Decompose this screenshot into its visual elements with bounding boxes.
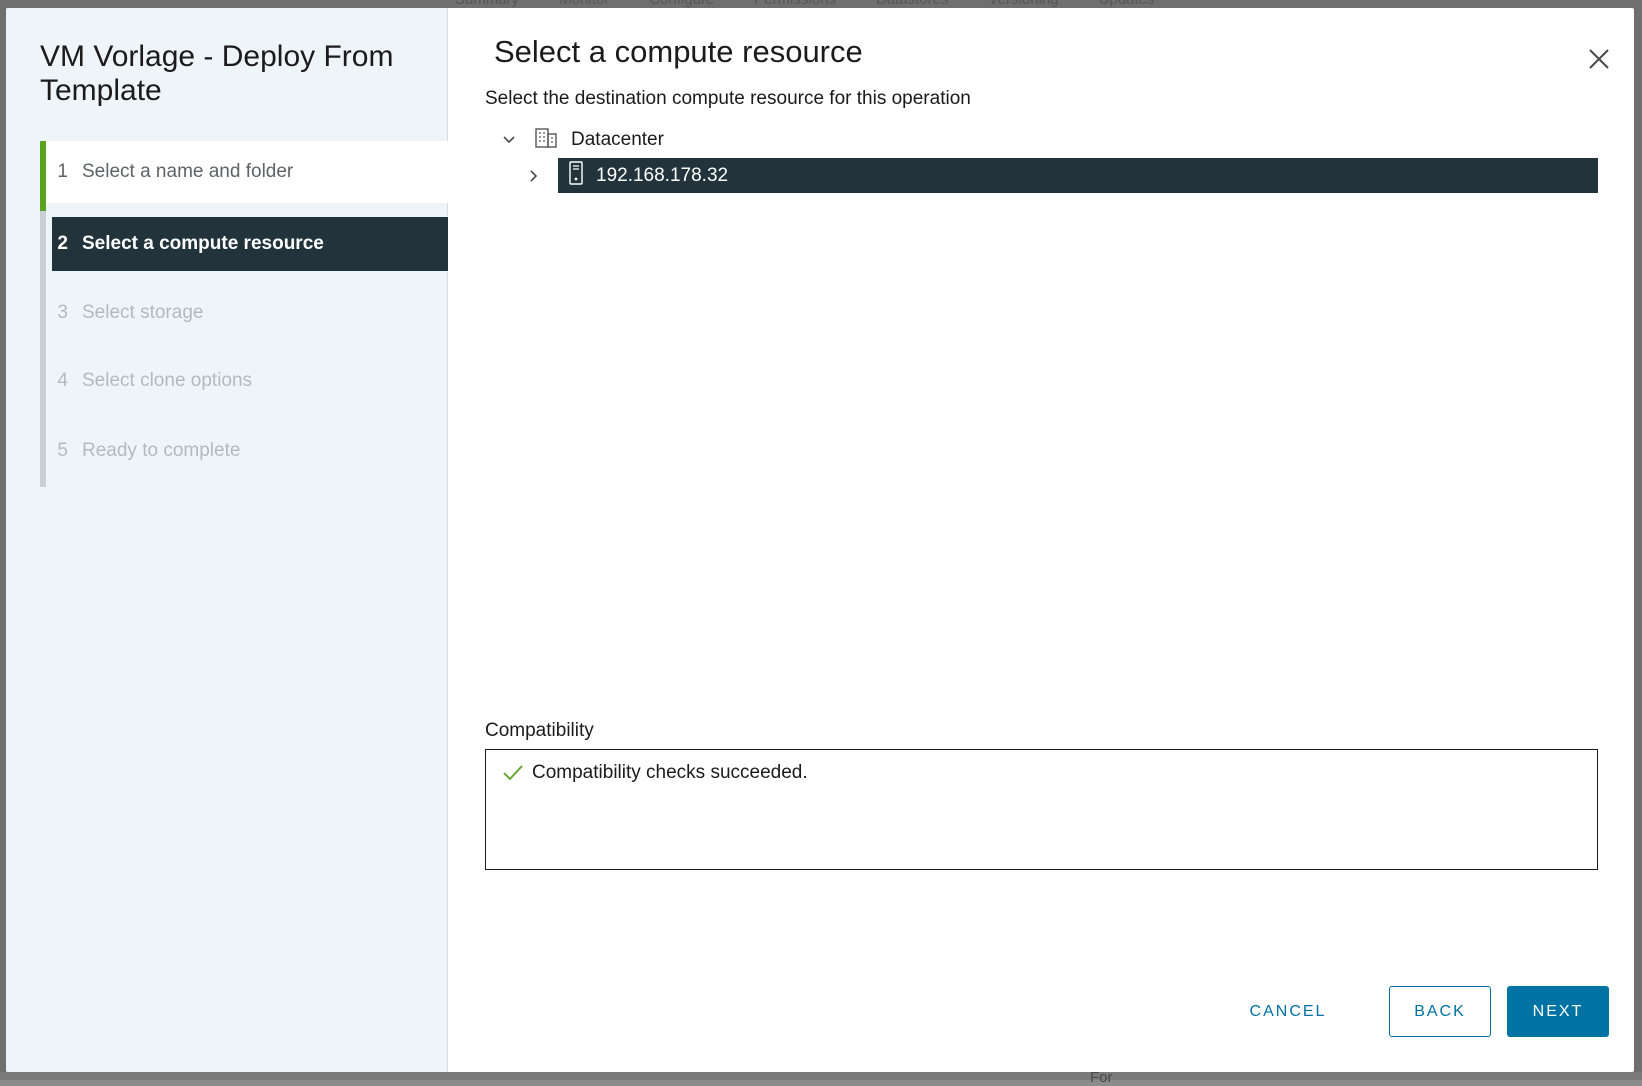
deploy-wizard-modal: VM Vorlage - Deploy From Template 1 Sele… — [6, 8, 1634, 1072]
step-label: Select storage — [82, 302, 203, 324]
compatibility-label: Compatibility — [485, 720, 594, 742]
tree-label-datacenter: Datacenter — [571, 129, 664, 151]
step-number: 5 — [46, 440, 82, 462]
chevron-right-icon[interactable] — [524, 166, 544, 186]
step-label: Ready to complete — [82, 440, 240, 462]
step-ready-to-complete: 5 Ready to complete — [46, 423, 448, 479]
cancel-button[interactable]: CANCEL — [1228, 986, 1348, 1037]
step-select-compute-resource[interactable]: 2 Select a compute resource — [52, 217, 448, 271]
background-tab: Versioning — [989, 0, 1059, 8]
wizard-sidebar: VM Vorlage - Deploy From Template 1 Sele… — [6, 8, 448, 1072]
background-tab: Summary — [455, 0, 519, 8]
page-title: Select a compute resource — [494, 34, 863, 70]
tree-node-host[interactable]: 192.168.178.32 — [558, 158, 1598, 193]
background-tab: Permissions — [754, 0, 836, 8]
checkmark-icon — [502, 764, 524, 782]
step-number: 2 — [52, 233, 82, 255]
compatibility-message: Compatibility checks succeeded. — [502, 762, 808, 784]
tree-node-datacenter[interactable]: Datacenter — [485, 122, 1598, 158]
tree-label-host: 192.168.178.32 — [596, 165, 728, 187]
step-label: Select a name and folder — [82, 161, 293, 183]
step-number: 1 — [46, 161, 82, 183]
background-tab: Updates — [1099, 0, 1155, 8]
datacenter-icon — [535, 128, 557, 153]
step-label: Select a compute resource — [82, 233, 324, 255]
compute-resource-tree: Datacenter 192.168.178.32 — [485, 122, 1598, 193]
background-tab: Configure — [649, 0, 714, 8]
background-tab: Datastores — [876, 0, 949, 8]
next-button[interactable]: NEXT — [1507, 986, 1609, 1037]
step-select-name-and-folder[interactable]: 1 Select a name and folder — [46, 141, 448, 203]
step-select-clone-options: 4 Select clone options — [46, 353, 448, 409]
wizard-title: VM Vorlage - Deploy From Template — [40, 40, 420, 108]
background-tabs: Summary Monitor Configure Permissions Da… — [455, 0, 1642, 8]
wizard-main: Select a compute resource Select the des… — [448, 8, 1634, 1072]
page-subtitle: Select the destination compute resource … — [485, 88, 971, 110]
step-select-storage: 3 Select storage — [46, 285, 448, 341]
background-bottom: For — [0, 1072, 1642, 1080]
close-icon — [1586, 46, 1612, 72]
background-tab: Monitor — [559, 0, 609, 8]
compatibility-message-text: Compatibility checks succeeded. — [532, 762, 808, 784]
close-button[interactable] — [1586, 46, 1612, 72]
step-label: Select clone options — [82, 370, 252, 392]
step-number: 4 — [46, 370, 82, 392]
host-icon — [568, 161, 584, 190]
compatibility-panel: Compatibility checks succeeded. — [485, 749, 1598, 870]
step-number: 3 — [46, 302, 82, 324]
back-button[interactable]: BACK — [1389, 986, 1491, 1037]
chevron-down-icon[interactable] — [499, 130, 519, 150]
